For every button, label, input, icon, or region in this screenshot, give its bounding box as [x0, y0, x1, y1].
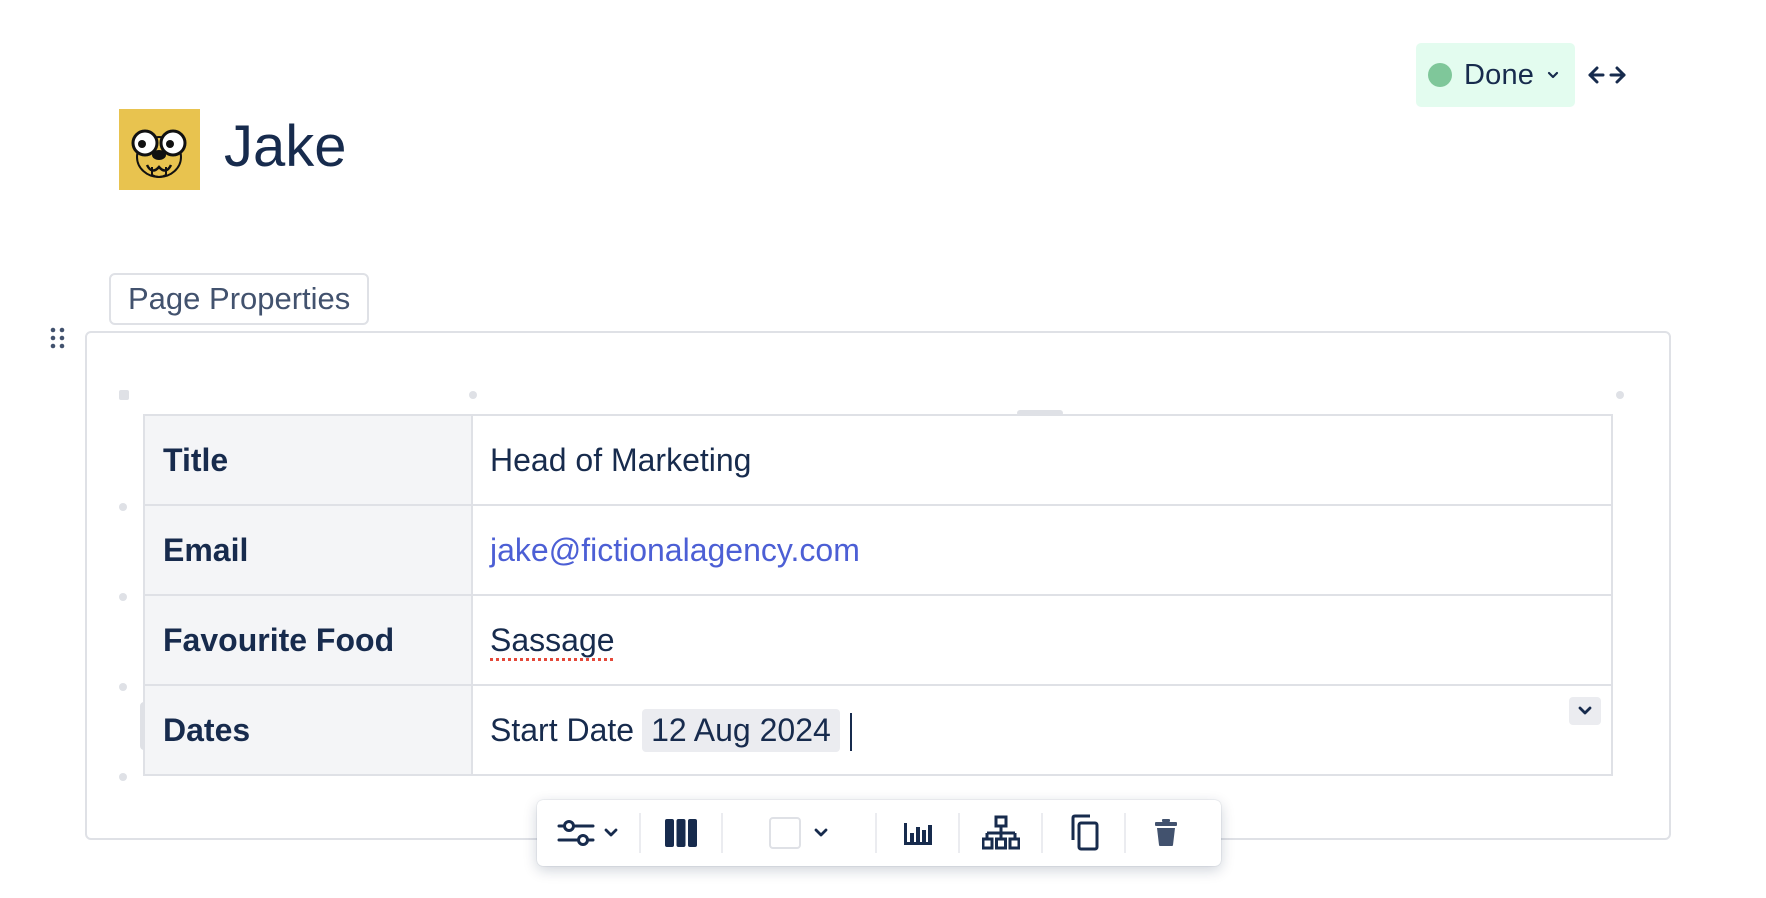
- table-options-icon: [557, 820, 595, 846]
- jake-dog-icon: [131, 129, 187, 178]
- date-lozenge[interactable]: 12 Aug 2024: [642, 708, 840, 752]
- table-cell-active[interactable]: Start Date 12 Aug 2024: [471, 684, 1613, 776]
- table-row: Dates Start Date 12 Aug 2024: [143, 684, 1613, 776]
- row-insert-dot[interactable]: [119, 503, 127, 511]
- table-row: Favourite Food Sassage: [143, 594, 1613, 686]
- table-row: Title Head of Marketing: [143, 414, 1613, 506]
- copy-button[interactable]: [1043, 808, 1124, 858]
- table-select-all-handle[interactable]: [119, 390, 129, 400]
- page-title[interactable]: Jake: [224, 108, 347, 186]
- delete-icon: [1155, 819, 1177, 846]
- cell-options-button[interactable]: [1569, 697, 1601, 725]
- drag-handle-icon[interactable]: [48, 326, 68, 350]
- row-insert-dot[interactable]: [119, 593, 127, 601]
- hierarchy-button[interactable]: [960, 808, 1041, 858]
- row-insert-dot[interactable]: [119, 683, 127, 691]
- table-floating-toolbar: [537, 800, 1221, 866]
- column-insert-dot[interactable]: [1616, 391, 1624, 399]
- hierarchy-icon: [981, 815, 1020, 850]
- page-avatar[interactable]: [119, 109, 200, 190]
- table-header-cell[interactable]: Favourite Food: [143, 594, 473, 686]
- row-insert-dot[interactable]: [119, 773, 127, 781]
- table-cell[interactable]: Sassage: [471, 594, 1613, 686]
- table-header-cell[interactable]: Dates: [143, 684, 473, 776]
- page-properties-label[interactable]: Page Properties: [109, 273, 370, 325]
- start-date-label: Start Date: [490, 711, 635, 748]
- copy-icon: [1071, 814, 1098, 851]
- chevron-down-icon: [1578, 706, 1592, 715]
- text-cursor: [849, 713, 852, 752]
- status-dot: [1428, 63, 1452, 87]
- table-cell[interactable]: jake@fictionalagency.com: [471, 504, 1613, 596]
- column-layout-button[interactable]: [641, 808, 721, 858]
- chevron-down-icon: [604, 828, 618, 837]
- status-label: Done: [1464, 58, 1535, 91]
- chevron-down-icon: [814, 828, 828, 837]
- email-link[interactable]: jake@fictionalagency.com: [490, 532, 860, 568]
- table-cell[interactable]: Head of Marketing: [471, 414, 1613, 506]
- table-header-cell[interactable]: Email: [143, 504, 473, 596]
- column-insert-dot[interactable]: [469, 391, 477, 399]
- column-layout-icon: [665, 819, 697, 847]
- chart-button[interactable]: [877, 808, 958, 858]
- table-options-button[interactable]: [537, 808, 639, 858]
- misspelled-text[interactable]: Sassage: [490, 622, 615, 658]
- expand-width-icon: [1588, 66, 1626, 84]
- properties-table: Title Head of Marketing Email jake@ficti…: [143, 414, 1613, 776]
- table-header-cell[interactable]: Title: [143, 414, 473, 506]
- delete-button[interactable]: [1126, 808, 1206, 858]
- macro-label-text: Page Properties: [128, 281, 351, 316]
- table-row: Email jake@fictionalagency.com: [143, 504, 1613, 596]
- width-toggle-button[interactable]: [1586, 58, 1628, 92]
- chart-icon: [903, 823, 932, 845]
- cell-background-button[interactable]: [723, 808, 875, 858]
- color-swatch: [769, 817, 801, 849]
- chevron-down-icon: [1548, 71, 1559, 79]
- status-dropdown[interactable]: Done: [1416, 43, 1575, 107]
